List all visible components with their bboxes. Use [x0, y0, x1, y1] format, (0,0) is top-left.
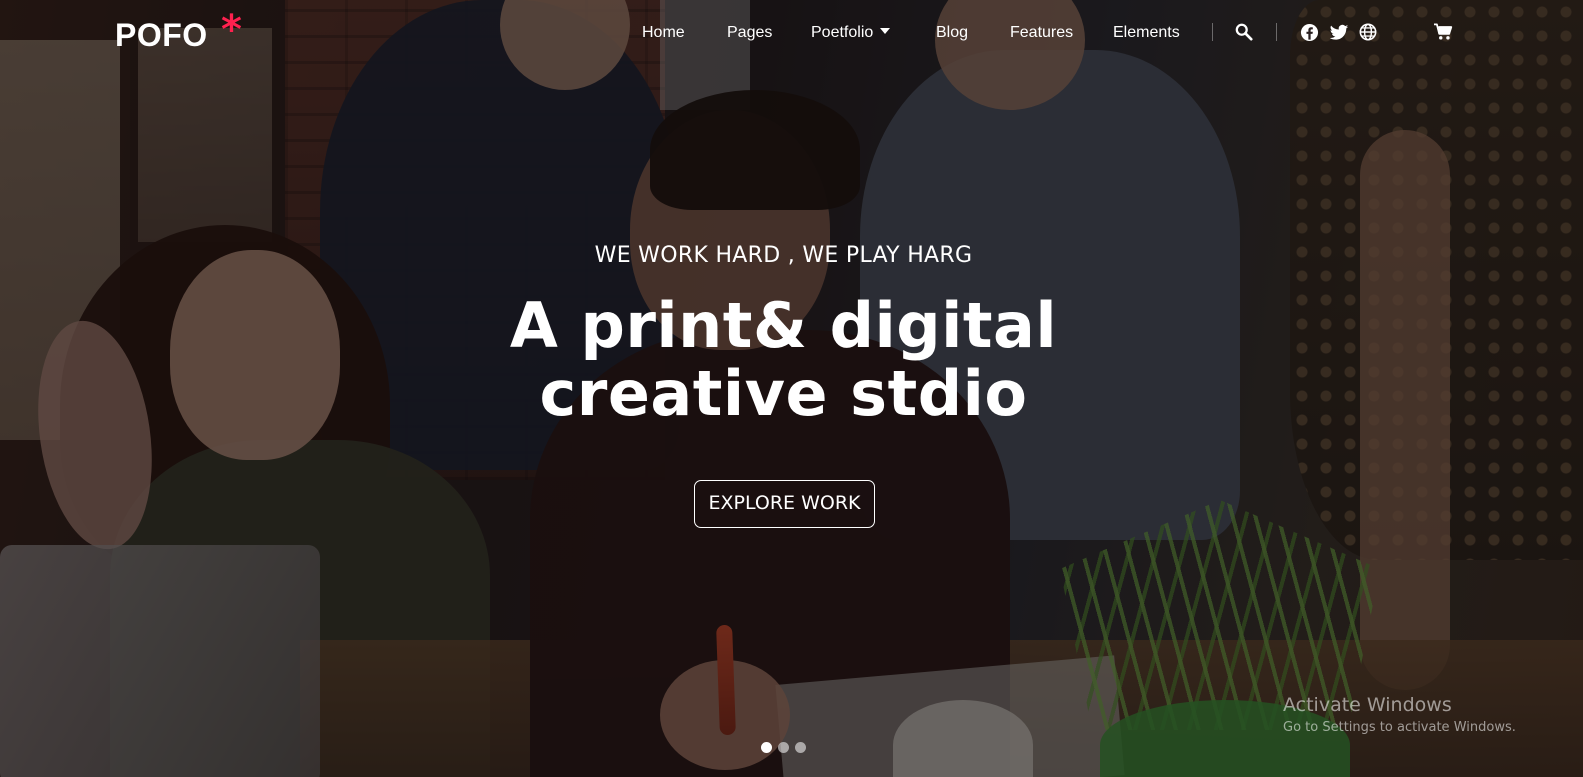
hero-headline-line-2: creative stdio — [539, 357, 1028, 430]
nav-item-pages[interactable]: Pages — [727, 22, 772, 44]
slider-dot-3[interactable] — [795, 742, 806, 753]
nav-item-blog[interactable]: Blog — [936, 22, 968, 44]
hero-section: POFO * Home Pages Poetfolio Blog Feature… — [0, 0, 1583, 777]
logo-asterisk: * — [221, 7, 242, 53]
caret-down-icon — [880, 28, 891, 34]
nav-divider — [1212, 23, 1213, 41]
nav-divider — [1276, 23, 1277, 41]
nav-item-features[interactable]: Features — [1010, 22, 1073, 44]
nav-item-portfolio[interactable]: Poetfolio — [811, 22, 891, 44]
nav-item-portfolio-label: Poetfolio — [811, 24, 874, 41]
twitter-icon[interactable] — [1329, 24, 1349, 42]
nav-item-home[interactable]: Home — [642, 22, 685, 44]
globe-icon[interactable] — [1359, 23, 1377, 41]
slider-dot-2[interactable] — [778, 742, 789, 753]
facebook-icon[interactable] — [1300, 23, 1319, 42]
windows-watermark-subtitle: Go to Settings to activate Windows. — [1283, 720, 1516, 735]
hero-eyebrow: WE WORK HARD , WE PLAY HARG — [594, 243, 973, 268]
windows-watermark-title: Activate Windows — [1283, 694, 1452, 716]
nav-item-elements[interactable]: Elements — [1113, 22, 1180, 44]
site-header: POFO * Home Pages Poetfolio Blog Feature… — [0, 0, 1583, 66]
hero-headline-line-1: A print& digital — [509, 289, 1058, 362]
logo[interactable]: POFO — [115, 16, 208, 54]
slider-dot-1[interactable] — [761, 742, 772, 753]
hero-headline: A print& digital creative stdio — [0, 292, 1567, 428]
shopping-cart-icon[interactable] — [1433, 23, 1453, 41]
search-icon[interactable] — [1235, 23, 1253, 41]
explore-work-button[interactable]: EXPLORE WORK — [694, 480, 875, 528]
